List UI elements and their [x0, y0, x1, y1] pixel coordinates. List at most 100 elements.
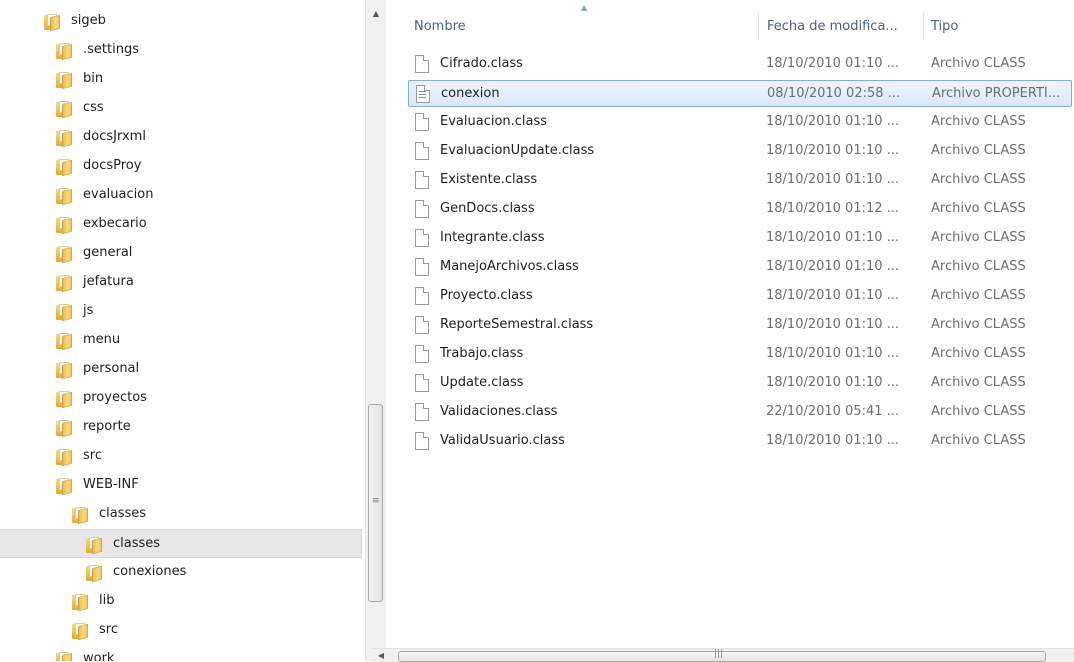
tree-item[interactable]: menu — [0, 326, 362, 355]
column-header-date[interactable]: Fecha de modifica... — [761, 14, 923, 40]
folder-icon — [56, 275, 72, 293]
tree-item[interactable]: docsProy — [0, 152, 362, 181]
tree-item[interactable]: lib — [0, 587, 362, 616]
file-row[interactable]: Existente.class 18/10/2010 01:10 ... Archi… — [408, 167, 1072, 194]
file-modified-date: 18/10/2010 01:10 ... — [766, 317, 900, 332]
file-modified-date: 18/10/2010 01:10 ... — [766, 288, 900, 303]
file-row[interactable]: Proyecto.class 18/10/2010 01:10 ... Archiv… — [408, 283, 1072, 310]
tree-item-label: conexiones — [113, 564, 187, 579]
column-header-name[interactable]: Nombre — [408, 14, 758, 40]
file-name: GenDocs.class — [440, 201, 535, 216]
file-name: Validaciones.class — [440, 404, 558, 419]
scroll-up-arrow-icon[interactable]: ▲ — [366, 6, 386, 22]
file-row[interactable]: GenDocs.class 18/10/2010 01:12 ... Archivo… — [408, 196, 1072, 223]
tree-item-label: src — [83, 448, 102, 463]
tree-item[interactable]: docsJrxml — [0, 123, 362, 152]
tree-item[interactable]: src — [0, 442, 362, 471]
class-file-icon — [415, 316, 429, 334]
file-name: Update.class — [440, 375, 524, 390]
folder-icon — [56, 217, 72, 235]
class-file-icon — [415, 142, 429, 160]
file-modified-date: 18/10/2010 01:10 ... — [766, 172, 900, 187]
tree-item-label: lib — [99, 593, 115, 608]
tree-item-label: reporte — [83, 419, 131, 434]
file-modified-date: 22/10/2010 05:41 ... — [766, 404, 900, 419]
file-name: conexion — [441, 86, 500, 101]
tree-vertical-scrollbar[interactable]: ▲ ≡ — [365, 0, 386, 661]
tree-item[interactable]: jefatura — [0, 268, 362, 297]
column-header-type[interactable]: Tipo — [925, 14, 1073, 40]
tree-item-label: general — [83, 245, 133, 260]
tree-item-label: evaluacion — [83, 187, 154, 202]
folder-icon — [56, 333, 72, 351]
tree-item-label: .settings — [83, 42, 139, 57]
folder-icon — [72, 507, 88, 525]
file-row[interactable]: Cifrado.class 18/10/2010 01:10 ... Archivo… — [408, 51, 1072, 78]
tree-item[interactable]: work — [0, 645, 362, 661]
folder-icon — [86, 537, 102, 555]
list-horizontal-scrollbar[interactable]: ◀ ||| — [372, 648, 1074, 662]
tree-item[interactable]: .settings — [0, 36, 362, 65]
file-row[interactable]: Trabajo.class 18/10/2010 01:10 ... Archivo… — [408, 341, 1072, 368]
file-modified-date: 18/10/2010 01:10 ... — [766, 230, 900, 245]
scroll-left-arrow-icon[interactable]: ◀ — [372, 649, 390, 662]
list-scroll-thumb[interactable]: ||| — [398, 649, 1046, 662]
column-divider[interactable] — [923, 12, 924, 40]
tree-item[interactable]: proyectos — [0, 384, 362, 413]
file-name: Evaluacion.class — [440, 114, 548, 129]
folder-icon — [56, 101, 72, 119]
tree-item-label: src — [99, 622, 118, 637]
tree-item-label: classes — [99, 506, 147, 521]
properties-file-icon — [416, 85, 430, 103]
file-name: Trabajo.class — [440, 346, 524, 361]
file-name: Existente.class — [440, 172, 538, 187]
file-modified-date: 18/10/2010 01:10 ... — [766, 114, 900, 129]
class-file-icon — [415, 55, 429, 73]
tree-item[interactable]: classes — [0, 529, 362, 558]
file-name: ValidaUsuario.class — [440, 433, 565, 448]
tree-item[interactable]: exbecario — [0, 210, 362, 239]
tree-item[interactable]: personal — [0, 355, 362, 384]
file-type: Archivo CLASS — [931, 230, 1026, 245]
file-row[interactable]: Evaluacion.class 18/10/2010 01:10 ... Arch… — [408, 109, 1072, 136]
file-type: Archivo CLASS — [931, 346, 1026, 361]
file-name: ReporteSemestral.class — [440, 317, 594, 332]
file-name: Cifrado.class — [440, 56, 523, 71]
file-modified-date: 18/10/2010 01:10 ... — [766, 433, 900, 448]
tree-item[interactable]: classes — [0, 500, 362, 529]
folder-icon — [56, 420, 72, 438]
tree-item[interactable]: evaluacion — [0, 181, 362, 210]
folder-icon — [56, 72, 72, 90]
tree-item[interactable]: js — [0, 297, 362, 326]
file-row[interactable]: EvaluacionUpdate.class 18/10/2010 01:10 .… — [408, 138, 1072, 165]
tree-item[interactable]: reporte — [0, 413, 362, 442]
folder-icon — [72, 623, 88, 641]
class-file-icon — [415, 258, 429, 276]
tree-item[interactable]: conexiones — [0, 558, 362, 587]
file-row[interactable]: conexion 08/10/2010 02:58 ... Archivo PROP… — [408, 80, 1072, 107]
file-type: Archivo CLASS — [931, 172, 1026, 187]
tree-item[interactable]: css — [0, 94, 362, 123]
file-modified-date: 18/10/2010 01:10 ... — [766, 56, 900, 71]
navigation-tree[interactable]: sigeb .settings bin css docsJrxml docsProy eva… — [0, 0, 362, 661]
file-row[interactable]: ManejoArchivos.class 18/10/2010 01:10 ...… — [408, 254, 1072, 281]
tree-scroll-thumb[interactable]: ≡ — [368, 404, 383, 602]
file-row[interactable]: ValidaUsuario.class 18/10/2010 01:10 ... A… — [408, 428, 1072, 455]
tree-item[interactable]: WEB-INF — [0, 471, 362, 500]
file-row[interactable]: Integrante.class 18/10/2010 01:10 ... Arch… — [408, 225, 1072, 252]
tree-item[interactable]: general — [0, 239, 362, 268]
folder-icon — [56, 43, 72, 61]
tree-item[interactable]: bin — [0, 65, 362, 94]
folder-icon — [72, 594, 88, 612]
file-type: Archivo CLASS — [931, 404, 1026, 419]
folder-icon — [44, 14, 60, 32]
file-row[interactable]: Update.class 18/10/2010 01:10 ... Archivo … — [408, 370, 1072, 397]
file-list-pane[interactable]: ▲ Nombre Fecha de modifica... Tipo Cifra… — [386, 0, 1074, 661]
tree-item[interactable]: sigeb — [0, 7, 362, 36]
column-divider[interactable] — [758, 12, 759, 40]
file-row[interactable]: Validaciones.class 22/10/2010 05:41 ... Ar… — [408, 399, 1072, 426]
class-file-icon — [415, 113, 429, 131]
file-row[interactable]: ReporteSemestral.class 18/10/2010 01:10 .… — [408, 312, 1072, 339]
tree-item[interactable]: src — [0, 616, 362, 645]
folder-icon — [56, 391, 72, 409]
